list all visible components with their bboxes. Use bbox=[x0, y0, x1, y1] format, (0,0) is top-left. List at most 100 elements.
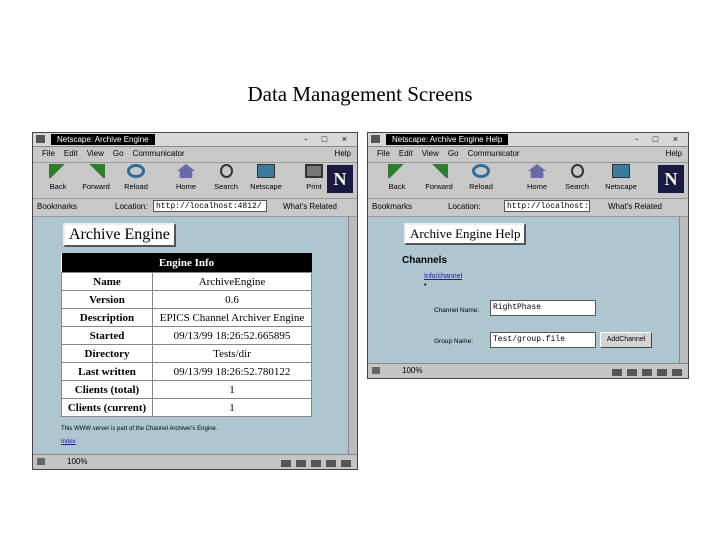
page-title: Archive Engine bbox=[63, 223, 176, 247]
menu-edit[interactable]: Edit bbox=[64, 146, 78, 162]
archive-engine-window: Netscape: Archive Engine - □ × File Edit… bbox=[32, 132, 358, 470]
status-bar: 100% bbox=[33, 454, 357, 469]
component-bar bbox=[276, 458, 351, 472]
menu-communicator[interactable]: Communicator bbox=[468, 146, 520, 162]
index-link[interactable]: Index bbox=[61, 439, 76, 445]
mail-icon[interactable] bbox=[296, 460, 306, 467]
channel-link[interactable]: Info/channel bbox=[424, 273, 462, 280]
menu-help[interactable]: Help bbox=[335, 146, 351, 162]
reload-button[interactable]: Reload bbox=[462, 164, 500, 192]
window-controls[interactable]: - □ × bbox=[304, 133, 353, 146]
security-lock-icon[interactable] bbox=[37, 458, 45, 465]
netscape-guide-icon bbox=[257, 164, 275, 178]
page-title: Archive Engine Help bbox=[404, 223, 527, 245]
navigation-toolbar: Back Forward Reload Home Search Netscape… bbox=[368, 162, 688, 199]
menu-view[interactable]: View bbox=[422, 146, 439, 162]
group-name-label: Group Name: bbox=[434, 338, 474, 345]
home-icon bbox=[177, 164, 195, 178]
forward-arrow-icon bbox=[87, 164, 105, 178]
reload-icon bbox=[472, 164, 490, 178]
window-menu-icon[interactable] bbox=[36, 135, 45, 143]
add-channel-button[interactable]: AddChannel bbox=[600, 332, 652, 348]
back-button[interactable]: Back bbox=[378, 164, 416, 192]
netscape-logo: N bbox=[658, 165, 684, 193]
home-button[interactable]: Home bbox=[518, 164, 556, 192]
home-icon bbox=[528, 164, 546, 178]
menu-go[interactable]: Go bbox=[448, 146, 459, 162]
status-zoom: 100% bbox=[402, 366, 423, 375]
netscape-button[interactable]: Netscape bbox=[247, 164, 285, 192]
menu-bar: File Edit View Go Communicator Help bbox=[368, 146, 688, 163]
table-row: Started 09/13/99 18:26:52.665895 bbox=[61, 326, 312, 345]
printer-icon bbox=[305, 164, 323, 178]
window-menu-icon[interactable] bbox=[371, 135, 380, 143]
window-controls[interactable]: - □ × bbox=[635, 133, 684, 146]
location-bar: Bookmarks Location: http://localhost:481… bbox=[368, 198, 688, 217]
menu-communicator[interactable]: Communicator bbox=[133, 146, 185, 162]
home-button[interactable]: Home bbox=[167, 164, 205, 192]
reload-button[interactable]: Reload bbox=[117, 164, 155, 192]
search-icon bbox=[570, 164, 584, 178]
bookmarks-button[interactable]: Bookmarks bbox=[37, 202, 77, 211]
table-row: Clients (total) 1 bbox=[61, 380, 312, 399]
menu-view[interactable]: View bbox=[87, 146, 104, 162]
menu-help[interactable]: Help bbox=[666, 146, 682, 162]
vertical-scrollbar[interactable] bbox=[348, 217, 357, 458]
navigator-icon[interactable] bbox=[612, 369, 622, 376]
table-row: Description EPICS Channel Archiver Engine bbox=[61, 308, 312, 327]
navigation-toolbar: Back Forward Reload Home Search Netscape… bbox=[33, 162, 357, 199]
forward-button[interactable]: Forward bbox=[77, 164, 115, 192]
netscape-button[interactable]: Netscape bbox=[602, 164, 640, 192]
url-input[interactable]: http://localhost:4812/ bbox=[153, 200, 267, 212]
menu-file[interactable]: File bbox=[377, 146, 390, 162]
table-row: Last written 09/13/99 18:26:52.780122 bbox=[61, 362, 312, 381]
edit-icon[interactable] bbox=[341, 460, 351, 467]
vertical-scrollbar[interactable] bbox=[679, 217, 688, 363]
table-row: Version 0.6 bbox=[61, 290, 312, 309]
composer-icon[interactable] bbox=[657, 369, 667, 376]
table-row: Clients (current) 1 bbox=[61, 398, 312, 417]
composer-icon[interactable] bbox=[326, 460, 336, 467]
search-button[interactable]: Search bbox=[558, 164, 596, 192]
title-bar[interactable]: Netscape: Archive Engine - □ × bbox=[33, 133, 357, 147]
engine-info-table: Engine Info Name ArchiveEngine Version 0.6… bbox=[61, 253, 312, 417]
location-label: Location: bbox=[115, 202, 148, 211]
whats-related-button[interactable]: What's Related bbox=[608, 202, 662, 211]
discussion-icon[interactable] bbox=[642, 369, 652, 376]
window-title: Netscape: Archive Engine bbox=[51, 134, 155, 145]
bookmarks-button[interactable]: Bookmarks bbox=[372, 202, 412, 211]
discussion-icon[interactable] bbox=[311, 460, 321, 467]
location-label: Location: bbox=[448, 202, 481, 211]
search-button[interactable]: Search bbox=[207, 164, 245, 192]
menu-go[interactable]: Go bbox=[113, 146, 124, 162]
netscape-guide-icon bbox=[612, 164, 630, 178]
security-lock-icon[interactable] bbox=[372, 367, 380, 374]
page-content: Archive Engine Engine Info Name ArchiveEn… bbox=[33, 217, 348, 458]
navigator-icon[interactable] bbox=[281, 460, 291, 467]
menu-file[interactable]: File bbox=[42, 146, 55, 162]
forward-arrow-icon bbox=[430, 164, 448, 178]
menu-bar: File Edit View Go Communicator Help bbox=[33, 146, 357, 163]
forward-button[interactable]: Forward bbox=[420, 164, 458, 192]
table-row: Directory Tests/dir bbox=[61, 344, 312, 363]
component-bar bbox=[607, 367, 682, 381]
back-arrow-icon bbox=[49, 164, 67, 178]
mail-icon[interactable] bbox=[627, 369, 637, 376]
back-button[interactable]: Back bbox=[39, 164, 77, 192]
menu-edit[interactable]: Edit bbox=[399, 146, 413, 162]
url-input[interactable]: http://localhost:4812/ bbox=[504, 200, 590, 212]
window-title: Netscape: Archive Engine Help bbox=[386, 134, 509, 145]
back-arrow-icon bbox=[388, 164, 406, 178]
edit-icon[interactable] bbox=[672, 369, 682, 376]
whats-related-button[interactable]: What's Related bbox=[283, 202, 337, 211]
location-bar: Bookmarks Location: http://localhost:481… bbox=[33, 198, 357, 217]
title-bar[interactable]: Netscape: Archive Engine Help - □ × bbox=[368, 133, 688, 147]
search-icon bbox=[219, 164, 233, 178]
status-zoom: 100% bbox=[67, 457, 88, 466]
table-title: Engine Info bbox=[61, 253, 312, 273]
group-name-input[interactable]: Test/group.file bbox=[490, 332, 596, 348]
page-content: Archive Engine Help Channels Info/channe… bbox=[368, 217, 679, 363]
status-bar: 100% bbox=[368, 363, 688, 378]
footer-note: This WWW server is part of the Channel A… bbox=[61, 426, 218, 432]
channel-name-input[interactable]: RightPhase bbox=[490, 300, 596, 316]
